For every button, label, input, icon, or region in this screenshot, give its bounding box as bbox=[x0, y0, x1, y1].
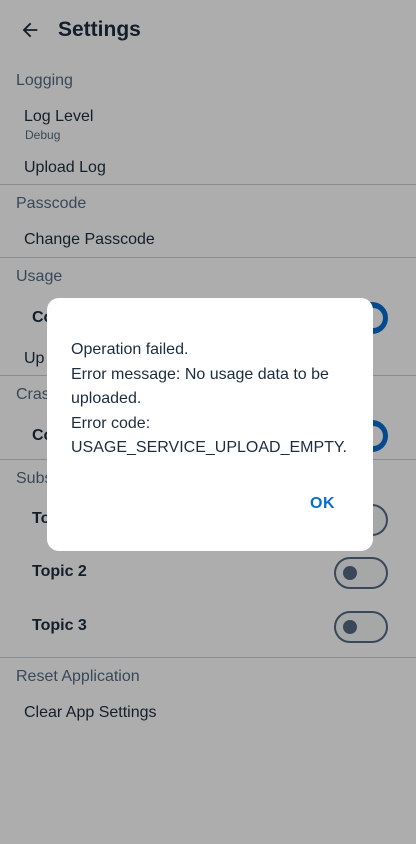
error-dialog: Operation failed. Error message: No usag… bbox=[47, 298, 373, 551]
ok-button[interactable]: OK bbox=[296, 490, 349, 518]
dialog-message: Operation failed. Error message: No usag… bbox=[71, 341, 347, 456]
